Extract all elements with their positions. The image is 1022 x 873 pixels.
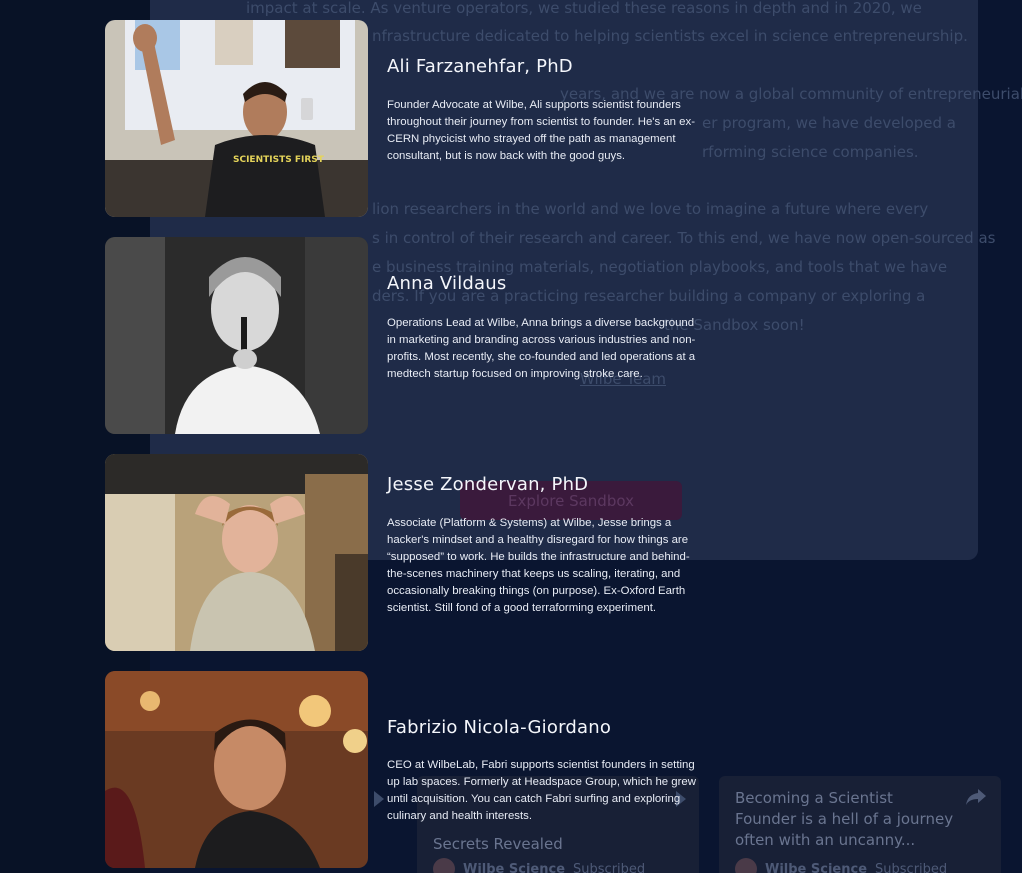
video-title: Becoming a Scientist Founder is a hell o… bbox=[735, 789, 954, 849]
member-name: Jesse Zondervan, PhD bbox=[387, 474, 589, 495]
channel-logo-icon bbox=[735, 858, 757, 873]
member-bio: Associate (Platform & Systems) at Wilbe,… bbox=[387, 517, 690, 614]
subscribed-status[interactable]: Subscribed bbox=[875, 862, 947, 873]
about-paragraph-line: rforming science companies. bbox=[702, 143, 919, 161]
member-bio: Operations Lead at Wilbe, Anna brings a … bbox=[387, 317, 696, 380]
team-member-card: SCIENTISTS FIRST Ali Farzanehfar, PhD Fo… bbox=[105, 20, 705, 217]
member-photo bbox=[105, 671, 368, 868]
member-bio: Founder Advocate at Wilbe, Ali supports … bbox=[387, 99, 695, 162]
member-name: Ali Farzanehfar, PhD bbox=[387, 56, 573, 77]
team-member-card: Anna Vildaus Operations Lead at Wilbe, A… bbox=[105, 237, 705, 434]
member-photo bbox=[105, 237, 368, 434]
member-bio: CEO at WilbeLab, Fabri supports scientis… bbox=[387, 759, 696, 822]
about-paragraph-line: er program, we have developed a bbox=[702, 114, 956, 132]
video-channel: Wilbe Science Subscribed bbox=[735, 858, 947, 873]
team-page: impact at scale. As venture operators, w… bbox=[0, 0, 1022, 873]
share-icon[interactable] bbox=[965, 788, 987, 806]
channel-name[interactable]: Wilbe Science bbox=[765, 862, 867, 873]
shirt-text: SCIENTISTS FIRST bbox=[233, 155, 325, 165]
team-member-card: Jesse Zondervan, PhD Associate (Platform… bbox=[105, 454, 705, 651]
member-photo bbox=[105, 454, 368, 651]
member-photo: SCIENTISTS FIRST bbox=[105, 20, 368, 217]
team-member-card: Fabrizio Nicola-Giordano CEO at WilbeLab… bbox=[105, 671, 705, 868]
member-name: Anna Vildaus bbox=[387, 273, 507, 294]
video-card[interactable]: Becoming a Scientist Founder is a hell o… bbox=[719, 776, 1001, 873]
member-name: Fabrizio Nicola-Giordano bbox=[387, 717, 612, 738]
